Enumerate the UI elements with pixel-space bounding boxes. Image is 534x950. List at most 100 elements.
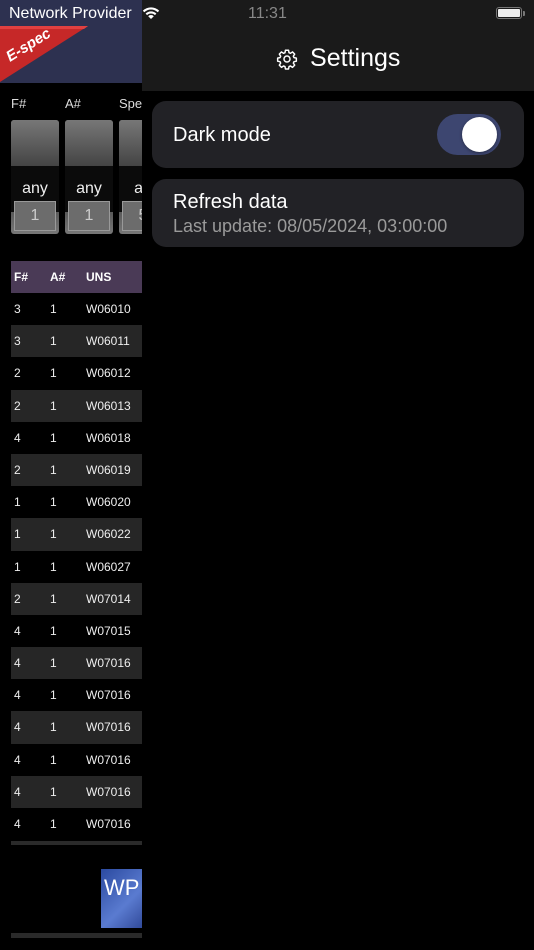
cell-uns: W06012	[86, 366, 131, 381]
table-row[interactable]: 3 1 W06010	[11, 293, 142, 325]
cell-uns: W07016	[86, 656, 131, 671]
table-row[interactable]: 1 1 W06022	[11, 518, 142, 551]
cell-a: 1	[50, 688, 57, 703]
dark-mode-toggle[interactable]	[437, 114, 501, 155]
cell-a: 1	[50, 334, 57, 349]
table-row[interactable]: 2 1 W06019	[11, 453, 142, 487]
table-body: 3 1 W06010 3 1 W06011 2 1 W06012 2 1 W06013 4 1 W06018…	[11, 293, 142, 840]
table-row[interactable]: 4 1 W07016	[11, 679, 142, 711]
page-title: Settings	[310, 44, 401, 72]
last-update-text: Last update: 08/05/2024, 03:00:00	[173, 216, 448, 236]
table-end-divider	[11, 841, 142, 845]
cell-a: 1	[50, 752, 57, 767]
col-header-a: A#	[50, 270, 66, 284]
cell-a: 1	[50, 623, 57, 638]
results-table: F# A# UNS 3 1 W06010 3 1 W06011 2 1 W06012 2 1 W060…	[11, 261, 142, 840]
col-header-f: F#	[14, 270, 29, 284]
cell-uns: W07016	[86, 752, 131, 767]
table-row[interactable]: 3 1 W06011	[11, 325, 142, 358]
table-row[interactable]: 4 1 W07016	[11, 647, 142, 680]
cell-f: 1	[14, 495, 21, 510]
table-row[interactable]: 4 1 W07016	[11, 744, 142, 776]
dark-mode-label: Dark mode	[173, 124, 271, 146]
status-time: 11:31	[248, 5, 287, 22]
picker-spec-next: 5	[122, 201, 142, 231]
cell-f: 1	[14, 559, 21, 574]
cell-f: 2	[14, 591, 21, 606]
cell-uns: W06020	[86, 495, 131, 510]
cell-f: 4	[14, 688, 21, 703]
cell-f: 4	[14, 784, 21, 799]
table-row[interactable]: 2 1 W07014	[11, 582, 142, 615]
cell-f: 4	[14, 720, 21, 735]
cell-a: 1	[50, 559, 57, 574]
cell-f: 2	[14, 462, 21, 477]
cell-uns: W06022	[86, 527, 131, 542]
status-bar: Network Provider 11:31	[0, 0, 534, 26]
cell-a: 1	[50, 366, 57, 381]
cell-a: 1	[50, 817, 57, 831]
cell-uns: W06011	[86, 334, 130, 349]
cell-f: 1	[14, 527, 21, 542]
table-row[interactable]: 4 1 W07016	[11, 775, 142, 808]
wp-logo-text: WP	[104, 875, 140, 900]
table-row[interactable]: 4 1 W07016	[11, 711, 142, 744]
cell-a: 1	[50, 656, 57, 671]
cell-f: 4	[14, 623, 21, 638]
dark-mode-row: Dark mode	[152, 101, 524, 168]
cell-f: 4	[14, 817, 21, 831]
cell-a: 1	[50, 720, 57, 735]
table-row[interactable]: 4 1 W07016	[11, 808, 142, 840]
refresh-data-button[interactable]: Refresh data Last update: 08/05/2024, 03…	[152, 179, 524, 247]
cell-f: 2	[14, 366, 21, 381]
wp-logo: WP	[101, 869, 142, 928]
cell-a: 1	[50, 430, 57, 445]
table-header: F# A# UNS	[11, 261, 142, 293]
table-row[interactable]: 2 1 W06013	[11, 389, 142, 422]
cell-a: 1	[50, 527, 57, 542]
cell-uns: W07016	[86, 688, 131, 703]
refresh-data-label: Refresh data	[173, 191, 288, 213]
bottom-divider	[11, 933, 142, 938]
cell-f: 4	[14, 656, 21, 671]
cell-f: 4	[14, 752, 21, 767]
carrier-name: Network Provider	[9, 5, 132, 22]
cell-f: 3	[14, 302, 21, 316]
picker-f[interactable]: any 1	[11, 120, 59, 234]
battery-icon	[496, 7, 525, 19]
table-row[interactable]: 1 1 W06020	[11, 486, 142, 518]
wifi-icon	[142, 7, 160, 19]
cell-uns: W06010	[86, 302, 131, 316]
picker-f-next: 1	[14, 201, 56, 231]
cell-uns: W06027	[86, 559, 131, 574]
toggle-knob	[462, 117, 497, 152]
table-row[interactable]: 4 1 W06018	[11, 422, 142, 454]
cell-uns: W07016	[86, 784, 131, 799]
table-row[interactable]: 2 1 W06012	[11, 357, 142, 389]
cell-f: 3	[14, 334, 21, 349]
espec-logo: E-spec	[0, 26, 88, 82]
cell-a: 1	[50, 495, 57, 510]
cell-uns: W06019	[86, 462, 131, 477]
background-app: E-spec F# A# Spe any 1 any 1 an 5 F# A# …	[0, 0, 142, 950]
cell-a: 1	[50, 302, 57, 316]
col-header-uns: UNS	[86, 270, 112, 284]
cell-a: 1	[50, 398, 57, 413]
cell-uns: W06018	[86, 430, 131, 445]
cell-a: 1	[50, 784, 57, 799]
picker-a-next: 1	[68, 201, 110, 231]
cell-a: 1	[50, 462, 57, 477]
picker-a[interactable]: any 1	[65, 120, 113, 234]
settings-drawer: Settings Dark mode Refresh data Last upd…	[142, 0, 534, 950]
picker-spec[interactable]: an 5	[119, 120, 142, 234]
table-row[interactable]: 1 1 W06027	[11, 551, 142, 583]
cell-uns: W07015	[86, 623, 131, 638]
cell-f: 4	[14, 430, 21, 445]
filter-label-a: A#	[65, 96, 81, 111]
table-row[interactable]: 4 1 W07015	[11, 615, 142, 647]
cell-uns: W06013	[86, 398, 131, 413]
cell-uns: W07014	[86, 591, 131, 606]
gear-icon	[276, 49, 297, 70]
filter-label-f: F#	[11, 96, 27, 111]
filter-label-spec: Spe	[119, 96, 142, 111]
